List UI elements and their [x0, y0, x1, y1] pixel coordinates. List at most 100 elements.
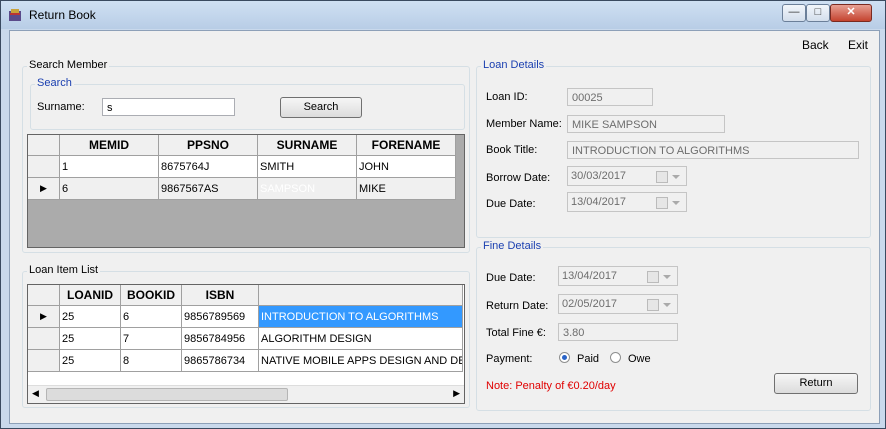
search-subgroup: Search Surname: s Search	[30, 77, 465, 130]
loan-id-field: 00025	[567, 88, 653, 106]
table-row[interactable]: ▶ 25 6 9856789569 INTRODUCTION TO ALGORI…	[28, 305, 463, 328]
total-fine-field: 3.80	[558, 323, 678, 341]
cell-ppsno[interactable]: 8675764J	[158, 155, 258, 178]
column-header-bookid[interactable]: BOOKID	[120, 285, 182, 306]
return-book-window: Return Book — □ ✕ Back Exit Search Membe…	[0, 0, 886, 429]
fine-due-date-picker: 13/04/2017	[558, 266, 678, 286]
payment-label: Payment:	[486, 353, 533, 365]
column-header-loanid[interactable]: LOANID	[59, 285, 121, 306]
return-date-label: Return Date:	[486, 300, 549, 312]
cell-surname[interactable]: SMITH	[257, 155, 357, 178]
search-subgroup-title: Search	[35, 77, 74, 89]
form-client-area: Back Exit Search Member Search Surname: …	[9, 30, 880, 424]
cell-bookid[interactable]: 8	[120, 349, 182, 372]
loan-items-grid-header: LOANID BOOKID ISBN	[28, 285, 463, 306]
due-date-value: 13/04/2017	[571, 196, 627, 208]
cell-isbn[interactable]: 9856789569	[181, 305, 259, 328]
fine-due-date-label: Due Date:	[486, 272, 536, 284]
calendar-icon	[656, 197, 668, 209]
return-button[interactable]: Return	[774, 373, 858, 394]
row-header[interactable]	[28, 349, 60, 372]
row-header[interactable]	[28, 155, 60, 178]
cell-loanid[interactable]: 25	[59, 327, 121, 350]
column-header-title[interactable]	[258, 285, 463, 306]
cell-memid[interactable]: 1	[59, 155, 159, 178]
paid-radio[interactable]	[559, 352, 570, 363]
minimize-button[interactable]: —	[782, 4, 806, 22]
surname-input[interactable]: s	[102, 98, 235, 116]
column-header-isbn[interactable]: ISBN	[181, 285, 259, 306]
cell-ppsno[interactable]: 9867567AS	[158, 177, 258, 200]
table-row[interactable]: ▶ 6 9867567AS SAMPSON MIKE	[28, 177, 456, 200]
cell-forename[interactable]: JOHN	[356, 155, 456, 178]
dropdown-arrow-icon[interactable]	[663, 303, 671, 307]
dropdown-arrow-icon	[672, 175, 680, 179]
column-header-surname[interactable]: SURNAME	[257, 135, 357, 156]
owe-radio-label[interactable]: Owe	[628, 353, 651, 365]
current-row-arrow-icon[interactable]: ▶	[28, 177, 60, 200]
cell-bookid[interactable]: 7	[120, 327, 182, 350]
cell-loanid[interactable]: 25	[59, 305, 121, 328]
scrollbar-thumb[interactable]	[46, 388, 288, 401]
table-row[interactable]: 25 7 9856784956 ALGORITHM DESIGN	[28, 327, 463, 350]
surname-label: Surname:	[37, 101, 85, 113]
fine-due-date-value: 13/04/2017	[562, 270, 618, 282]
member-name-field: MIKE SAMPSON	[567, 115, 725, 133]
loan-details-title: Loan Details	[481, 59, 547, 71]
return-date-picker[interactable]: 02/05/2017	[558, 294, 678, 314]
calendar-icon	[647, 271, 659, 283]
search-member-title: Search Member	[27, 59, 110, 71]
cell-title[interactable]: NATIVE MOBILE APPS DESIGN AND DEVELOPMEN…	[258, 349, 463, 372]
cell-bookid[interactable]: 6	[120, 305, 182, 328]
app-icon	[9, 9, 21, 21]
loan-items-grid[interactable]: LOANID BOOKID ISBN ▶ 25 6 9856789569 INT…	[27, 284, 465, 404]
close-button[interactable]: ✕	[830, 4, 872, 22]
loan-item-list-group: Loan Item List LOANID BOOKID ISBN ▶ 25 6	[22, 264, 470, 408]
loan-item-list-title: Loan Item List	[27, 264, 101, 276]
calendar-icon[interactable]	[647, 299, 659, 311]
book-title-label: Book Title:	[486, 144, 538, 156]
cell-title[interactable]: ALGORITHM DESIGN	[258, 327, 463, 350]
cell-isbn[interactable]: 9865786734	[181, 349, 259, 372]
scroll-right-icon[interactable]: ▶	[453, 388, 460, 399]
cell-title[interactable]: INTRODUCTION TO ALGORITHMS	[258, 305, 463, 328]
cell-loanid[interactable]: 25	[59, 349, 121, 372]
row-header-corner	[28, 135, 60, 156]
paid-radio-label[interactable]: Paid	[577, 353, 599, 365]
table-row[interactable]: 1 8675764J SMITH JOHN	[28, 155, 456, 178]
dropdown-arrow-icon	[672, 201, 680, 205]
column-header-ppsno[interactable]: PPSNO	[158, 135, 258, 156]
search-button[interactable]: Search	[280, 97, 362, 118]
horizontal-scrollbar[interactable]: ◀ ▶	[28, 385, 464, 403]
column-header-memid[interactable]: MEMID	[59, 135, 159, 156]
fine-details-title: Fine Details	[481, 240, 544, 252]
back-menu-item[interactable]: Back	[802, 38, 829, 52]
fine-details-group: Fine Details Due Date: 13/04/2017 Return…	[476, 240, 871, 411]
owe-radio[interactable]	[610, 352, 621, 363]
dropdown-arrow-icon	[663, 275, 671, 279]
member-name-label: Member Name:	[486, 118, 562, 130]
current-row-arrow-icon[interactable]: ▶	[28, 305, 60, 328]
borrow-date-value: 30/03/2017	[571, 170, 627, 182]
search-member-group: Search Member Search Surname: s Search M…	[22, 59, 470, 253]
due-date-label: Due Date:	[486, 198, 536, 210]
window-title: Return Book	[29, 8, 96, 22]
title-bar: Return Book — □ ✕	[1, 1, 885, 29]
cell-memid[interactable]: 6	[59, 177, 159, 200]
cell-surname[interactable]: SAMPSON	[257, 177, 357, 200]
scroll-left-icon[interactable]: ◀	[32, 388, 39, 399]
table-row[interactable]: 25 8 9865786734 NATIVE MOBILE APPS DESIG…	[28, 349, 463, 372]
exit-menu-item[interactable]: Exit	[848, 38, 868, 52]
row-header-corner	[28, 285, 60, 306]
row-header[interactable]	[28, 327, 60, 350]
cell-isbn[interactable]: 9856784956	[181, 327, 259, 350]
borrow-date-picker: 30/03/2017	[567, 166, 687, 186]
column-header-forename[interactable]: FORENAME	[356, 135, 456, 156]
maximize-button[interactable]: □	[806, 4, 830, 22]
book-title-field: INTRODUCTION TO ALGORITHMS	[567, 141, 859, 159]
members-grid-header: MEMID PPSNO SURNAME FORENAME	[28, 135, 456, 156]
return-date-value[interactable]: 02/05/2017	[562, 298, 617, 310]
penalty-note: Note: Penalty of €0.20/day	[486, 380, 616, 392]
cell-forename[interactable]: MIKE	[356, 177, 456, 200]
members-grid[interactable]: MEMID PPSNO SURNAME FORENAME 1 8675764J …	[27, 134, 465, 248]
